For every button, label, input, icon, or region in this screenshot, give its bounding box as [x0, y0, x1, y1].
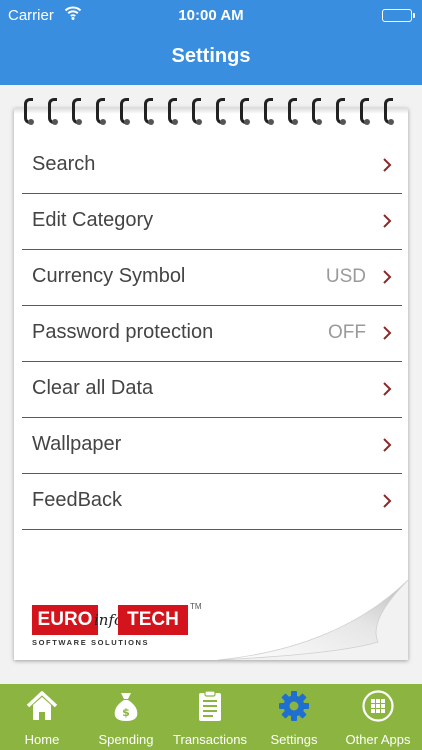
password-protection-row[interactable]: Password protection OFF [22, 306, 402, 362]
tab-home[interactable]: Home [0, 684, 84, 750]
row-label: Currency Symbol [32, 265, 186, 287]
status-time: 10:00 AM [178, 7, 244, 24]
tab-settings[interactable]: Settings [252, 684, 336, 750]
tab-label: Settings [270, 732, 318, 747]
logo-tagline: SOFTWARE SOLUTIONS [32, 638, 150, 647]
currency-value: USD [325, 266, 366, 287]
page-curl-decoration [218, 580, 408, 660]
tab-label: Other Apps [345, 732, 411, 747]
currency-symbol-row[interactable]: Currency Symbol USD [22, 250, 402, 306]
home-icon [26, 691, 58, 720]
row-label: FeedBack [32, 489, 123, 511]
password-status-value: OFF [328, 322, 366, 343]
svg-text:$: $ [122, 706, 130, 719]
logo-trademark: TM [190, 602, 202, 611]
logo-tech-text: TECH [118, 605, 188, 635]
tab-bar: Home $ Spending Transactions Settings Ot… [0, 684, 422, 750]
settings-list: Search Edit Category Currency Symbol USD… [22, 138, 402, 530]
apps-grid-icon [362, 690, 394, 722]
chevron-right-icon [383, 158, 392, 172]
battery-icon [382, 9, 415, 22]
gear-icon [279, 691, 309, 721]
chevron-right-icon [383, 270, 392, 284]
clipboard-icon [199, 690, 221, 721]
row-label: Clear all Data [32, 377, 154, 399]
tab-label: Transactions [173, 732, 247, 747]
chevron-right-icon [383, 326, 392, 340]
chevron-right-icon [383, 382, 392, 396]
logo-euro-text: EURO [32, 605, 98, 635]
tab-label: Home [24, 732, 60, 747]
company-logo: EURO info TECH TM SOFTWARE SOLUTIONS [32, 602, 202, 650]
row-label: Wallpaper [32, 433, 122, 455]
row-label: Password protection [32, 321, 214, 343]
chevron-right-icon [383, 438, 392, 452]
edit-category-row[interactable]: Edit Category [22, 194, 402, 250]
search-row[interactable]: Search [22, 138, 402, 194]
tab-label: Spending [98, 732, 154, 747]
money-bag-icon: $ [114, 693, 138, 721]
feedback-row[interactable]: FeedBack [22, 474, 402, 530]
chevron-right-icon [383, 214, 392, 228]
clear-all-data-row[interactable]: Clear all Data [22, 362, 402, 418]
tab-spending[interactable]: $ Spending [84, 684, 168, 750]
spiral-binding [14, 98, 408, 130]
status-bar: Carrier 10:00 AM [0, 0, 422, 30]
wallpaper-row[interactable]: Wallpaper [22, 418, 402, 474]
row-label: Edit Category [32, 209, 154, 231]
tab-transactions[interactable]: Transactions [168, 684, 252, 750]
page-title: Settings [0, 30, 422, 85]
row-label: Search [32, 153, 96, 175]
chevron-right-icon [383, 494, 392, 508]
tab-other-apps[interactable]: Other Apps [336, 684, 420, 750]
